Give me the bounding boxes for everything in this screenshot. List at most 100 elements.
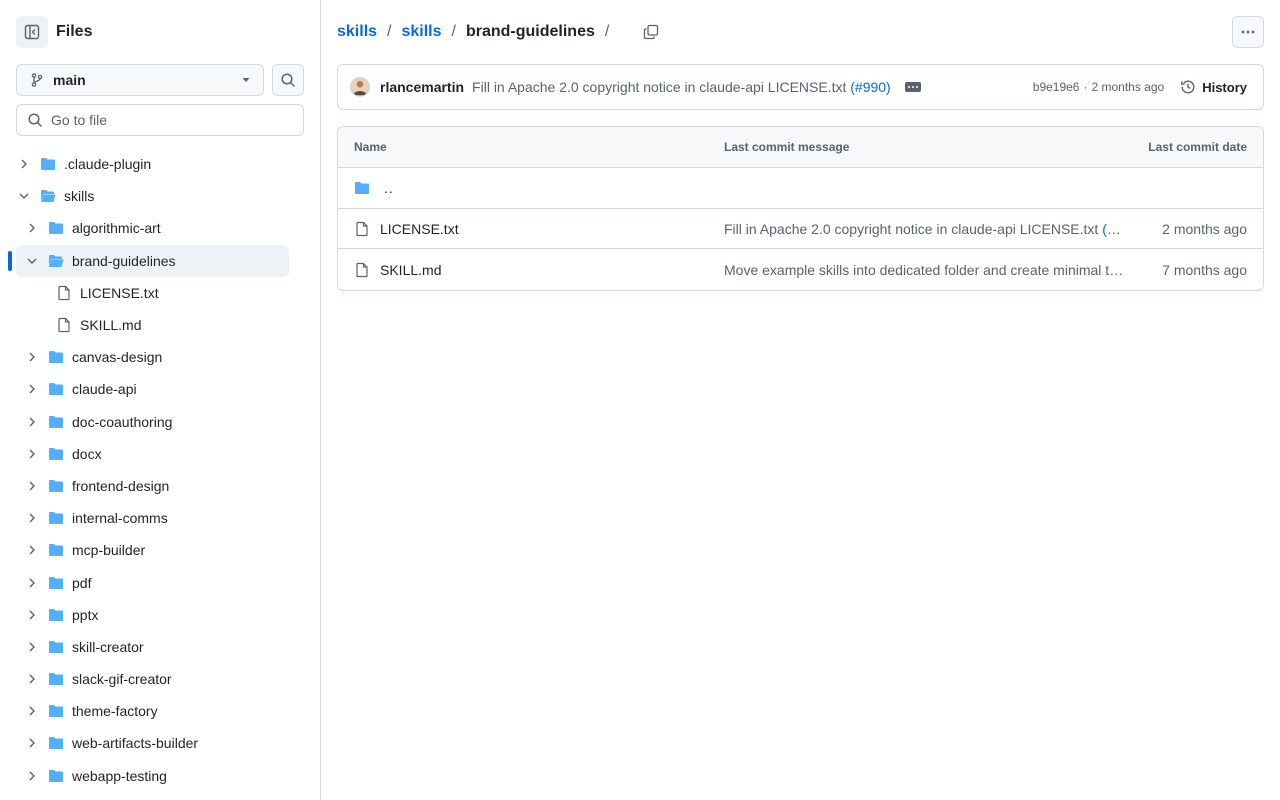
tree-item-claude-plugin[interactable]: .claude-plugin [16, 148, 289, 180]
folder-icon [49, 544, 63, 557]
breadcrumb: skills / skills / brand-guidelines / [337, 16, 663, 48]
branch-name: main [53, 72, 86, 88]
tree-item-claude-api[interactable]: claude-api [16, 373, 289, 405]
parent-directory-row[interactable]: .. [338, 168, 1263, 209]
row-pr-link[interactable]: (#990) [1102, 221, 1124, 237]
tree-item-docx[interactable]: docx [16, 438, 289, 470]
tree-toggle[interactable] [24, 575, 40, 591]
tree-item-theme-factory[interactable]: theme-factory [16, 695, 289, 727]
tree-item-pptx[interactable]: pptx [16, 599, 289, 631]
header-message: Last commit message [724, 140, 850, 154]
row-commit-message: Fill in Apache 2.0 copyright notice in c… [724, 220, 1103, 237]
caret-down-icon [242, 78, 250, 82]
history-button[interactable]: History [1180, 79, 1247, 95]
folder-icon [49, 705, 63, 718]
sidebar-header: Files [16, 16, 92, 48]
tree-item-skills[interactable]: skills [16, 180, 289, 212]
tree-toggle[interactable] [24, 671, 40, 687]
tree-item-label: web-artifacts-builder [72, 735, 199, 752]
commit-message-link[interactable]: Fill in Apache 2.0 copyright notice in c… [472, 79, 891, 95]
tree-item-license-txt[interactable]: LICENSE.txt [16, 277, 289, 309]
tree-item-internal-comms[interactable]: internal-comms [16, 502, 289, 534]
parent-directory-link[interactable]: .. [384, 180, 394, 196]
tree-item-algorithmic-art[interactable]: algorithmic-art [16, 212, 289, 244]
latest-commit-bar: rlancemartin Fill in Apache 2.0 copyrigh… [337, 64, 1264, 110]
folder-icon [49, 673, 63, 686]
folder-icon [49, 479, 63, 492]
tree-toggle[interactable] [24, 768, 40, 784]
tree-item-frontend-design[interactable]: frontend-design [16, 470, 289, 502]
commit-date-cell: 7 months ago [1162, 261, 1247, 278]
avatar[interactable] [350, 77, 370, 97]
tree-toggle[interactable] [24, 639, 40, 655]
tree-toggle[interactable] [24, 446, 40, 462]
breadcrumb-separator: / [604, 23, 610, 40]
tree-toggle[interactable] [24, 607, 40, 623]
collapse-sidebar-button[interactable] [16, 16, 48, 48]
tree-item-label: LICENSE.txt [80, 284, 159, 301]
tree-item-skill-creator[interactable]: skill-creator [16, 631, 289, 663]
tree-toggle[interactable] [24, 510, 40, 526]
go-to-file-input[interactable] [51, 112, 291, 128]
tree-item-canvas-design[interactable]: canvas-design [16, 341, 289, 373]
tree-item-doc-coauthoring[interactable]: doc-coauthoring [16, 406, 289, 438]
tree-toggle[interactable] [24, 253, 40, 269]
commit-message-cell[interactable]: Move example skills into dedicated folde… [724, 262, 1124, 278]
chevron-right-icon [29, 223, 35, 233]
tree-toggle[interactable] [24, 349, 40, 365]
copy-path-button[interactable] [639, 20, 663, 44]
table-header: Name Last commit message Last commit dat… [338, 127, 1263, 168]
tree-toggle[interactable] [24, 542, 40, 558]
git-branch-icon [31, 73, 43, 87]
tree-search-button[interactable] [272, 64, 304, 96]
commit-age: 2 months ago [1091, 80, 1165, 94]
user-avatar-icon [351, 78, 369, 95]
parent-cell: .. [354, 180, 394, 196]
tree-toggle[interactable] [24, 703, 40, 719]
folder-icon [49, 737, 63, 750]
folder-icon [49, 383, 63, 396]
file-icon [356, 262, 368, 277]
branch-selector-button[interactable]: main [16, 64, 264, 96]
chevron-right-icon [29, 449, 35, 459]
commit-message-cell[interactable]: Fill in Apache 2.0 copyright notice in c… [724, 221, 1124, 237]
go-to-file-field [16, 104, 304, 136]
commit-pr-link[interactable]: (#990) [850, 79, 890, 95]
table-row[interactable]: LICENSE.txt Fill in Apache 2.0 copyright … [338, 209, 1263, 250]
commit-sha-link[interactable]: b9e19e6 [1033, 80, 1080, 94]
commit-author-link[interactable]: rlancemartin [380, 79, 464, 95]
tree-item-pdf[interactable]: pdf [16, 566, 289, 598]
tree-toggle[interactable] [16, 156, 32, 172]
chevron-right-icon [29, 642, 35, 652]
tree-item-slack-gif-creator[interactable]: slack-gif-creator [16, 663, 289, 695]
tree-item-label: internal-comms [72, 510, 168, 527]
folder-icon [49, 415, 63, 428]
history-icon [1181, 80, 1195, 94]
tree-toggle[interactable] [24, 478, 40, 494]
commit-message-text: Fill in Apache 2.0 copyright notice in c… [472, 79, 847, 95]
tree-item-skill-md[interactable]: SKILL.md [16, 309, 289, 341]
tree-item-webapp-testing[interactable]: webapp-testing [16, 760, 289, 792]
tree-toggle[interactable] [24, 220, 40, 236]
tree-toggle[interactable] [24, 735, 40, 751]
folder-icon [49, 608, 63, 621]
more-options-button[interactable] [1232, 16, 1264, 48]
file-icon [356, 221, 368, 236]
breadcrumb-repo-link[interactable]: skills [337, 23, 377, 41]
expand-commit-message-button[interactable] [904, 82, 921, 92]
tree-toggle[interactable] [24, 381, 40, 397]
sidebar-title: Files [56, 23, 93, 40]
tree-toggle[interactable] [24, 414, 40, 430]
tree-item-label: skill-creator [72, 638, 144, 655]
commit-date-cell: 2 months ago [1162, 220, 1247, 237]
file-name-link[interactable]: SKILL.md [380, 262, 441, 278]
tree-item-brand-guidelines[interactable]: brand-guidelines [8, 244, 289, 277]
breadcrumb-folder-link[interactable]: skills [401, 23, 441, 41]
tree-item-label: slack-gif-creator [72, 671, 172, 688]
table-row[interactable]: SKILL.md Move example skills into dedicat… [338, 249, 1263, 290]
tree-item-web-artifacts-builder[interactable]: web-artifacts-builder [16, 727, 289, 759]
header-name: Name [354, 140, 387, 154]
tree-toggle[interactable] [16, 188, 32, 204]
file-name-link[interactable]: LICENSE.txt [380, 221, 459, 237]
tree-item-mcp-builder[interactable]: mcp-builder [16, 534, 289, 566]
